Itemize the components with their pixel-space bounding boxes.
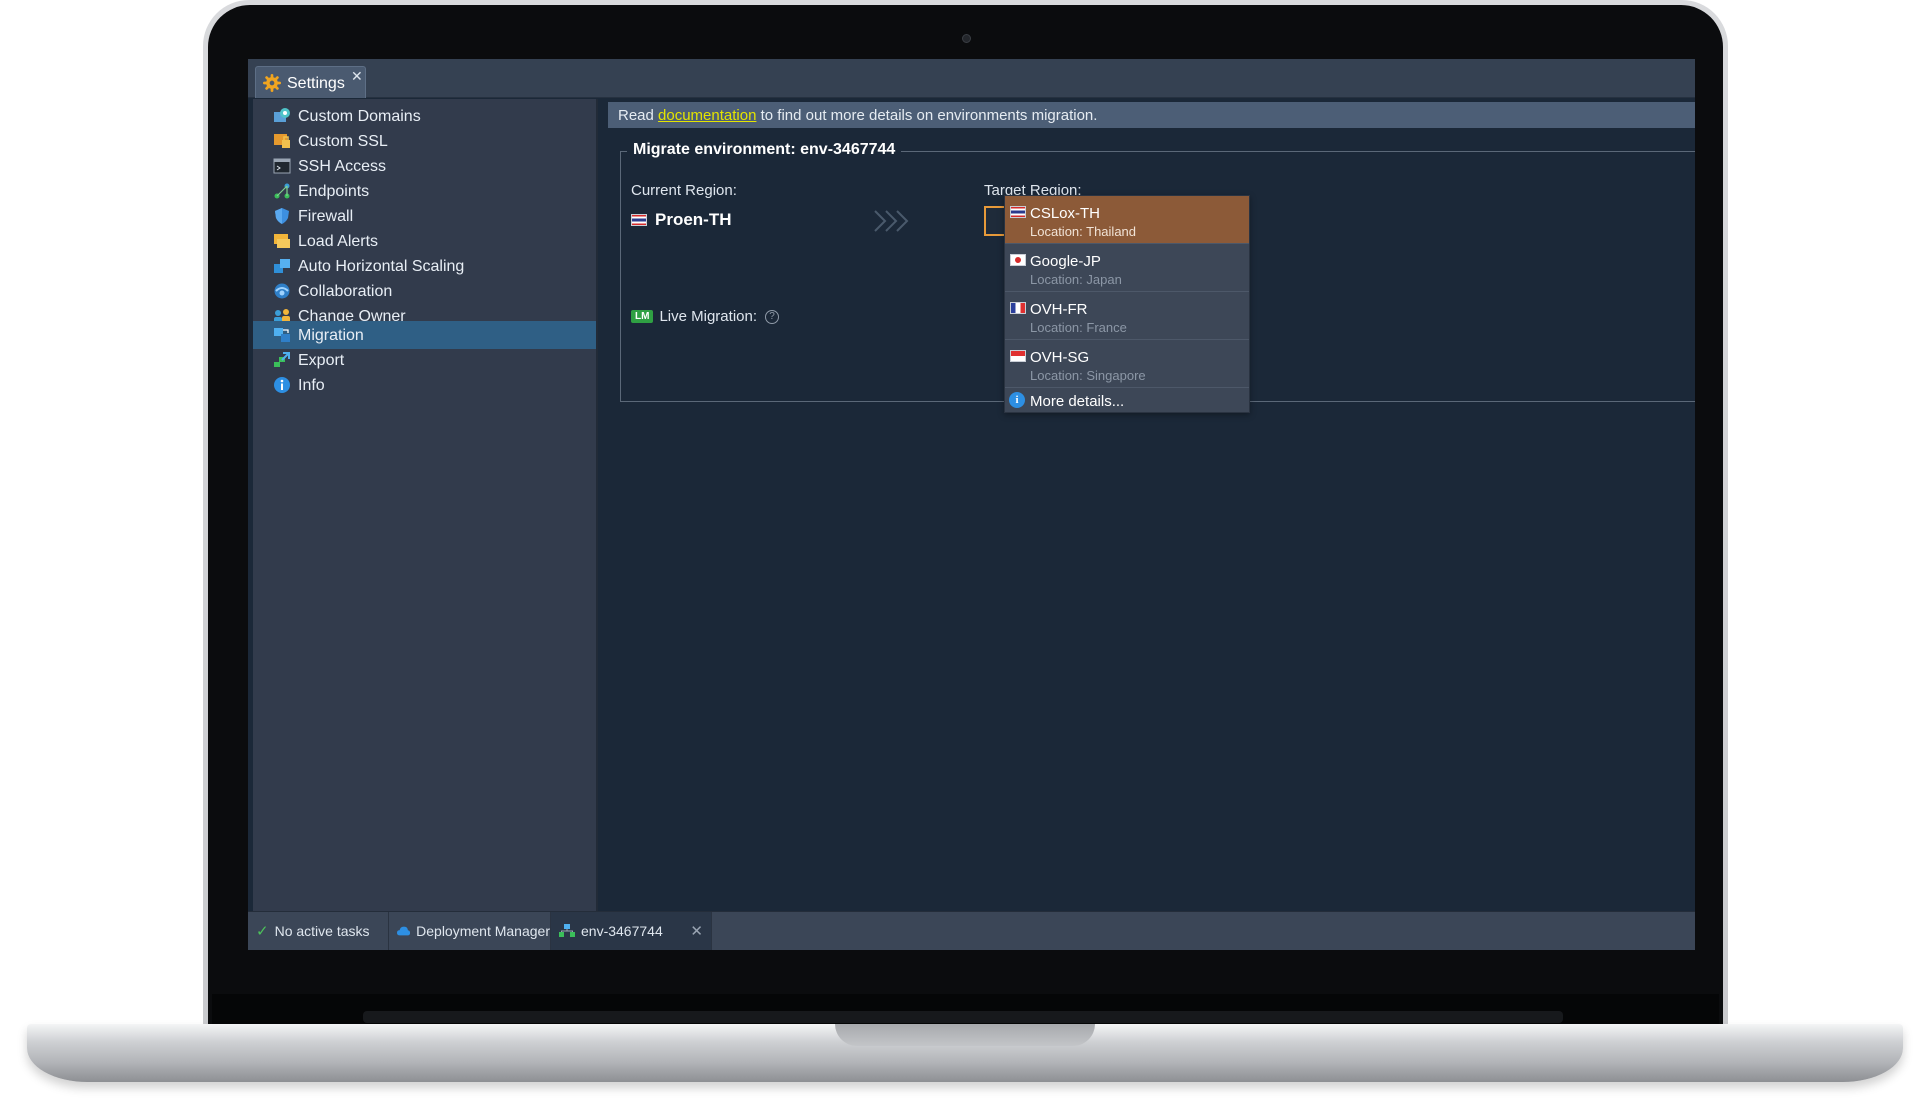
sidebar-item-label: Collaboration bbox=[298, 283, 393, 300]
info-icon: i bbox=[1009, 392, 1025, 408]
deployment-manager-label: Deployment Manager bbox=[416, 923, 550, 939]
help-icon[interactable]: ? bbox=[765, 309, 779, 324]
sidebar-item-label: Endpoints bbox=[298, 183, 370, 200]
fieldset-legend: Migrate environment: env-3467744 bbox=[627, 141, 902, 159]
info-text-prefix: Read bbox=[618, 107, 659, 124]
sidebar-item-auto-horizontal-scaling[interactable]: Auto Horizontal Scaling bbox=[253, 252, 596, 280]
thailand-flag-icon bbox=[631, 214, 647, 226]
region-option-name: Google-JP bbox=[1030, 253, 1101, 270]
sidebar-item-label: Custom SSL bbox=[298, 133, 388, 150]
checkmark-icon: ✓ bbox=[256, 923, 269, 940]
terminal-icon bbox=[273, 158, 291, 174]
sidebar-item-label: Custom Domains bbox=[298, 108, 421, 125]
shield-icon bbox=[275, 208, 289, 224]
sidebar-item-migration[interactable]: Migration bbox=[253, 321, 596, 349]
live-migration-label: Live Migration: bbox=[659, 308, 757, 325]
region-option-name: CSLox-TH bbox=[1030, 205, 1101, 222]
sidebar-item-label: Info bbox=[298, 377, 325, 394]
region-option-location: Location: Thailand bbox=[1030, 224, 1137, 239]
info-icon bbox=[274, 377, 290, 393]
sidebar-item-label: Load Alerts bbox=[298, 233, 379, 250]
more-details-label: More details... bbox=[1030, 393, 1125, 410]
live-migration-badge: LM bbox=[631, 310, 654, 323]
close-icon[interactable]: ✕ bbox=[690, 922, 703, 940]
region-option[interactable]: OVH-SG Location: Singapore bbox=[1005, 340, 1249, 388]
region-option-location: Location: France bbox=[1030, 320, 1127, 335]
sidebar-item-info[interactable]: Info bbox=[253, 371, 596, 399]
task-deployment-manager[interactable]: Deployment Manager bbox=[389, 912, 551, 950]
sidebar-item-custom-ssl[interactable]: Custom SSL bbox=[253, 127, 596, 155]
current-region-value: Proen-TH bbox=[631, 210, 732, 230]
export-icon bbox=[274, 352, 290, 367]
alert-icon bbox=[274, 234, 290, 248]
region-option-name: OVH-SG bbox=[1030, 349, 1090, 366]
sidebar-item-label: Export bbox=[298, 352, 345, 369]
info-bar: Read documentation to find out more deta… bbox=[608, 102, 1695, 128]
live-migration-row: LM Live Migration: ? bbox=[631, 308, 779, 325]
region-option[interactable]: OVH-FR Location: France bbox=[1005, 292, 1249, 340]
hinge bbox=[363, 1011, 1563, 1023]
region-option-location: Location: Japan bbox=[1030, 272, 1122, 287]
documentation-link[interactable]: documentation bbox=[658, 107, 756, 124]
france-flag-icon bbox=[1010, 302, 1026, 314]
target-region-dropdown: CSLox-TH Location: Thailand Google-JP Lo… bbox=[1004, 195, 1250, 413]
chevrons-right-icon bbox=[874, 210, 909, 232]
cloud-icon bbox=[397, 926, 411, 936]
current-region-name: Proen-TH bbox=[655, 210, 732, 229]
region-option[interactable]: Google-JP Location: Japan bbox=[1005, 244, 1249, 292]
info-text-suffix: to find out more details on environments… bbox=[756, 107, 1098, 124]
window-tabbar: Settings ✕ bbox=[248, 59, 1695, 98]
scaling-icon bbox=[274, 259, 290, 273]
settings-sidebar: Custom Domains Custom SSL SSH Access End… bbox=[253, 99, 598, 911]
sidebar-item-label: Migration bbox=[298, 327, 364, 344]
task-env-tab[interactable]: env-3467744 ✕ bbox=[551, 912, 712, 950]
tab-settings-label: Settings bbox=[287, 75, 345, 92]
sidebar-item-endpoints[interactable]: Endpoints bbox=[253, 177, 596, 205]
sidebar-item-firewall[interactable]: Firewall bbox=[253, 202, 596, 230]
singapore-flag-icon bbox=[1010, 350, 1026, 362]
tab-settings[interactable]: Settings ✕ bbox=[255, 66, 366, 98]
endpoints-icon bbox=[274, 183, 290, 199]
taskbar: ✓ No active tasks Deployment Manager env… bbox=[248, 911, 1695, 950]
app-screen: Settings ✕ Custom Domains Custom SSL SSH… bbox=[248, 59, 1695, 950]
sidebar-item-load-alerts[interactable]: Load Alerts bbox=[253, 227, 596, 255]
japan-flag-icon bbox=[1010, 254, 1026, 266]
gear-icon bbox=[263, 74, 281, 92]
region-option-location: Location: Singapore bbox=[1030, 368, 1146, 383]
sidebar-item-collaboration[interactable]: Collaboration bbox=[253, 277, 596, 305]
sidebar-item-export[interactable]: Export bbox=[253, 346, 596, 374]
task-status: ✓ No active tasks bbox=[248, 912, 389, 950]
ssl-icon bbox=[274, 134, 290, 148]
laptop-notch bbox=[835, 1024, 1095, 1046]
sidebar-item-custom-domains[interactable]: Custom Domains bbox=[253, 102, 596, 130]
task-status-text: No active tasks bbox=[274, 923, 370, 939]
collaboration-icon bbox=[274, 283, 290, 299]
sidebar-item-label: Auto Horizontal Scaling bbox=[298, 258, 465, 275]
env-tab-label: env-3467744 bbox=[581, 923, 663, 939]
sidebar-item-label: SSH Access bbox=[298, 158, 387, 175]
region-option-name: OVH-FR bbox=[1030, 301, 1088, 318]
sidebar-item-ssh-access[interactable]: SSH Access bbox=[253, 152, 596, 180]
region-option[interactable]: CSLox-TH Location: Thailand bbox=[1005, 196, 1249, 244]
more-details-option[interactable]: i More details... bbox=[1005, 388, 1249, 414]
camera-icon bbox=[962, 34, 971, 43]
close-icon[interactable]: ✕ bbox=[351, 68, 363, 85]
migration-icon bbox=[274, 328, 290, 342]
custom-domains-icon bbox=[274, 108, 290, 122]
thailand-flag-icon bbox=[1010, 206, 1026, 218]
environment-icon bbox=[559, 924, 575, 937]
current-region-label: Current Region: bbox=[631, 182, 737, 199]
sidebar-item-label: Firewall bbox=[298, 208, 354, 225]
